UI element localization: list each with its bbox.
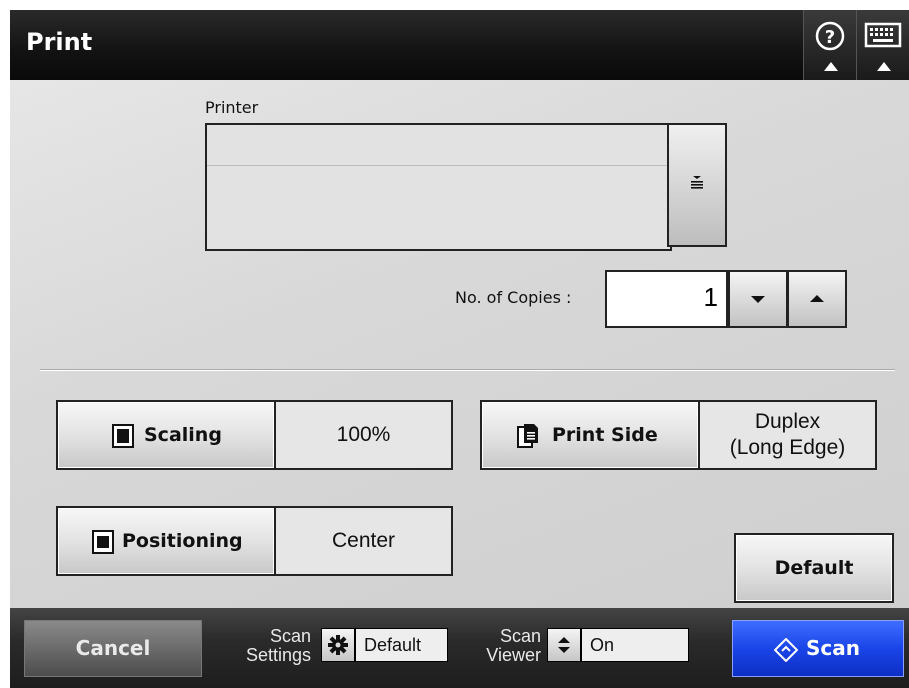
cancel-label: Cancel [75, 636, 151, 660]
gear-icon [328, 635, 348, 655]
window-title: Print [26, 28, 93, 56]
list-icon [691, 176, 703, 189]
positioning-label: Positioning [122, 530, 243, 552]
keyboard-icon [864, 22, 902, 48]
scan-viewer-label-line2: Viewer [486, 645, 541, 665]
printer-label: Printer [205, 98, 259, 117]
default-button[interactable]: Default [734, 533, 894, 603]
help-button[interactable]: ? [803, 10, 856, 80]
scan-diamond-icon [774, 638, 798, 662]
scan-viewer-button[interactable] [547, 628, 581, 662]
updown-icon [558, 637, 570, 653]
chevron-up-icon [810, 295, 824, 302]
bottom-bar: Cancel Scan Settings Default Scan Viewer [10, 608, 909, 688]
scan-viewer-value[interactable]: On [581, 628, 689, 662]
list-divider [207, 165, 670, 166]
pages-icon [517, 424, 538, 448]
scan-settings-value[interactable]: Default [355, 628, 448, 662]
copies-increment-button[interactable] [787, 270, 847, 328]
expand-arrow-icon [824, 62, 838, 71]
printer-list[interactable] [205, 123, 672, 251]
scan-viewer-label-line1: Scan [499, 626, 541, 646]
scaling-value: 100% [276, 400, 453, 470]
scan-label: Scan [806, 636, 860, 660]
keyboard-button[interactable] [856, 10, 909, 80]
print-side-value-line2: (Long Edge) [729, 436, 846, 459]
print-window: Print ? Printer No. of Copies: 1 Scalin… [10, 10, 909, 688]
expand-arrow-icon [877, 62, 891, 71]
scaling-icon [112, 424, 134, 448]
default-label: Default [774, 557, 854, 579]
print-side-value: Duplex (Long Edge) [700, 400, 877, 470]
scan-settings-label: Scan Settings [226, 627, 311, 665]
print-side-button[interactable]: Print Side [480, 400, 700, 470]
scan-settings-label-line1: Scan [269, 626, 311, 646]
section-divider [40, 369, 895, 371]
scan-settings-button[interactable] [321, 628, 355, 662]
print-side-value-line1: Duplex [754, 410, 821, 433]
print-settings-panel: Printer No. of Copies : 1 Scaling 100% P… [10, 80, 909, 608]
scan-settings-label-line2: Settings [245, 645, 311, 665]
copies-label: No. of Copies : [455, 288, 572, 307]
positioning-icon [92, 530, 114, 554]
positioning-value: Center [276, 506, 453, 576]
positioning-button[interactable]: Positioning [56, 506, 276, 576]
copies-decrement-button[interactable] [728, 270, 788, 328]
chevron-down-icon [751, 296, 765, 303]
cancel-button[interactable]: Cancel [24, 620, 202, 677]
scaling-label: Scaling [144, 424, 222, 446]
title-bar: Print ? [10, 10, 909, 80]
scaling-button[interactable]: Scaling [56, 400, 276, 470]
copies-value: 1 [703, 282, 718, 312]
printer-dropdown-button[interactable] [667, 123, 727, 247]
scan-viewer-label: Scan Viewer [466, 627, 541, 665]
copies-input[interactable]: 1 [605, 270, 728, 328]
scan-button[interactable]: Scan [732, 620, 904, 677]
help-icon: ? [815, 21, 845, 51]
screen: Print ? Printer No. of Copies: 1 Scalin… [0, 0, 909, 688]
svg-text:?: ? [825, 27, 835, 48]
print-side-label: Print Side [552, 424, 658, 446]
